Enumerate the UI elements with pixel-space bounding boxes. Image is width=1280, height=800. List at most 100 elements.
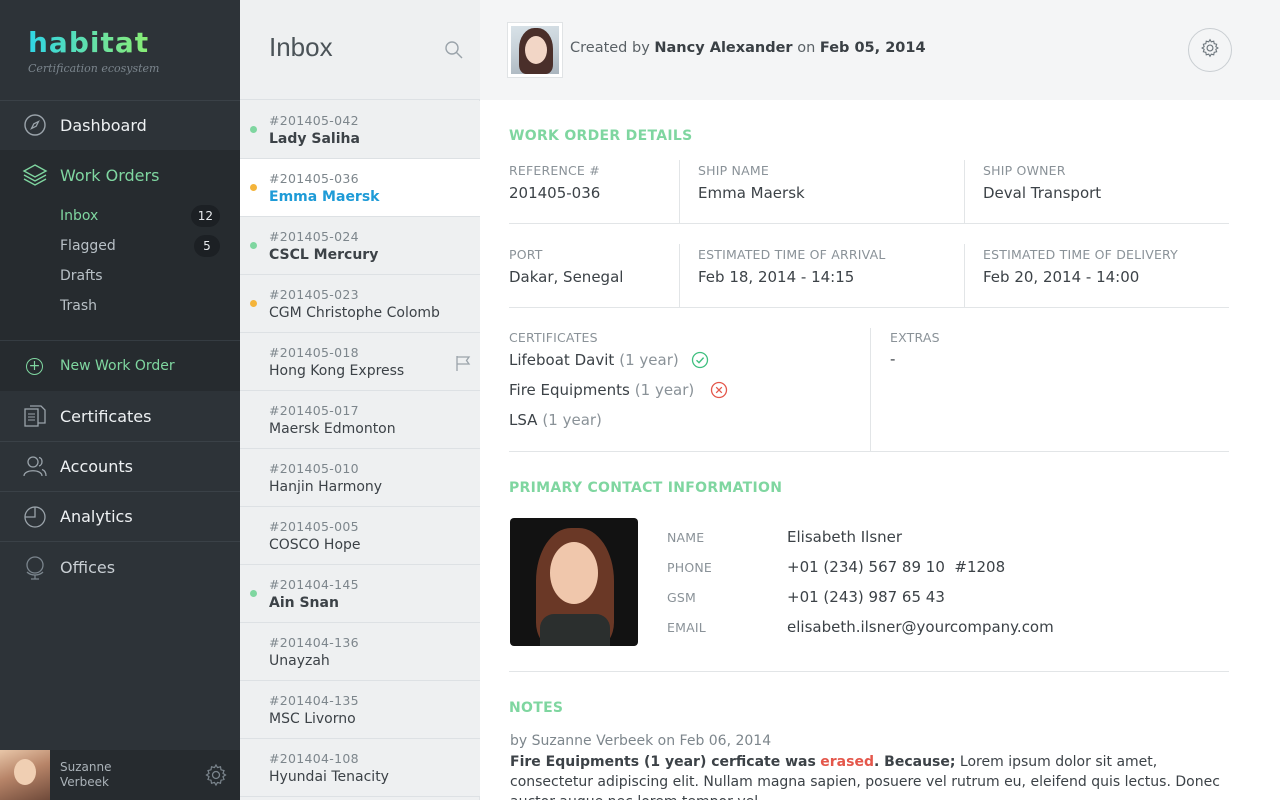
divider [870, 328, 871, 451]
eta-value: Feb 18, 2014 - 14:15 [698, 268, 855, 286]
user-name: Suzanne Verbeek [60, 760, 170, 790]
flag-icon[interactable] [454, 354, 472, 372]
status-dot [250, 126, 257, 133]
work-order-ref: #201404-145 [269, 577, 359, 592]
nav-accounts[interactable]: Accounts [0, 441, 240, 491]
logo[interactable]: habitat [28, 28, 159, 58]
inbox-list: #201405-042 Lady Saliha #201405-036 Emma Ma… [240, 101, 481, 797]
contact-email[interactable]: elisabeth.ilsner@yourcompany.com [787, 618, 1054, 636]
divider [509, 223, 1229, 224]
sub-item-drafts[interactable]: Drafts [60, 262, 220, 290]
current-user[interactable]: Suzanne Verbeek [0, 750, 240, 800]
certificate-item[interactable]: Fire Equipments (1 year) [509, 381, 728, 399]
work-order-detail: Created by Nancy Alexander on Feb 05, 20… [480, 0, 1280, 800]
certificate-name: Fire Equipments [509, 381, 630, 399]
work-order-ref: #201405-024 [269, 229, 359, 244]
inbox-row[interactable]: #201404-108 Hyundai Tenacity [240, 739, 480, 797]
work-order-ship: Hyundai Tenacity [269, 769, 389, 785]
nav-offices-label: Offices [60, 557, 116, 577]
sub-item-inbox[interactable]: Inbox 12 [60, 202, 220, 230]
gear-icon[interactable] [204, 763, 228, 787]
sub-item-label: Inbox [60, 208, 99, 224]
work-order-ref: #201405-042 [269, 113, 359, 128]
field-label: REFERENCE # [509, 163, 600, 178]
creator-name[interactable]: Nancy Alexander [654, 40, 792, 56]
work-order-ship: COSCO Hope [269, 537, 361, 553]
certificate-item[interactable]: LSA (1 year) [509, 411, 602, 429]
inbox-row[interactable]: #201405-010 Hanjin Harmony [240, 449, 480, 507]
divider [679, 160, 680, 223]
search-icon[interactable] [444, 40, 464, 60]
contact-phone[interactable]: +01 (234) 567 89 10 #1208 [787, 558, 1005, 576]
work-order-ship: Hanjin Harmony [269, 479, 383, 495]
nav-dashboard[interactable]: Dashboard [0, 100, 240, 150]
avatar[interactable] [0, 750, 50, 800]
count-badge: 5 [194, 235, 220, 257]
contact-gsm[interactable]: +01 (243) 987 65 43 [787, 588, 945, 606]
created-date: Feb 05, 2014 [819, 40, 926, 56]
inbox-row[interactable]: #201405-018 Hong Kong Express [240, 333, 480, 391]
work-order-ref: #201405-017 [269, 403, 359, 418]
users-icon [22, 453, 48, 479]
nav-analytics[interactable]: Analytics [0, 491, 240, 541]
divider [679, 244, 680, 307]
work-order-ship: CSCL Mercury [269, 247, 379, 263]
new-work-order-label: New Work Order [60, 358, 175, 374]
new-work-order-button[interactable]: + New Work Order [0, 340, 240, 391]
work-order-ship: Hong Kong Express [269, 363, 405, 379]
work-order-ship: Unayzah [269, 653, 330, 669]
brand[interactable]: habitat Certification ecosystem [28, 28, 159, 76]
sub-item-trash[interactable]: Trash [60, 292, 220, 320]
inbox-row[interactable]: #201405-005 COSCO Hope [240, 507, 480, 565]
divider [964, 244, 965, 307]
note-meta: by Suzanne Verbeek on Feb 06, 2014 [510, 733, 772, 749]
certificate-duration: (1 year) [619, 351, 679, 369]
gear-icon [1200, 38, 1220, 62]
sub-item-label: Drafts [60, 268, 103, 284]
creator-avatar[interactable] [508, 23, 562, 77]
created-by-prefix: Created by [570, 40, 650, 56]
work-order-ref: #201405-005 [269, 519, 359, 534]
sub-item-flagged[interactable]: Flagged 5 [60, 232, 220, 260]
section-title-contact: PRIMARY CONTACT INFORMATION [509, 480, 783, 496]
globe-icon [22, 554, 48, 580]
inbox-row[interactable]: #201404-135 MSC Livorno [240, 681, 480, 739]
contact-label: NAME [667, 530, 705, 545]
certificate-item[interactable]: Lifeboat Davit (1 year) [509, 351, 709, 369]
divider [964, 160, 965, 223]
inbox-row[interactable]: #201405-036 Emma Maersk [240, 159, 481, 217]
nav-certificates[interactable]: Certificates [0, 391, 240, 441]
work-order-ship: Maersk Edmonton [269, 421, 396, 437]
inbox-list-panel: Inbox #201405-042 Lady Saliha #201405-036 E… [240, 0, 481, 800]
work-order-ship: Ain Snan [269, 595, 339, 611]
nav-analytics-label: Analytics [60, 506, 133, 526]
work-order-ref: #201405-036 [269, 171, 359, 186]
work-order-ship: CGM Christophe Colomb [269, 305, 440, 321]
inbox-row[interactable]: #201405-024 CSCL Mercury [240, 217, 480, 275]
work-order-ref: #201405-023 [269, 287, 359, 302]
nav-work-orders[interactable]: Work Orders [0, 150, 240, 200]
field-label: PORT [509, 247, 543, 262]
status-dot [250, 590, 257, 597]
inbox-row[interactable]: #201405-017 Maersk Edmonton [240, 391, 480, 449]
inbox-row[interactable]: #201404-145 Ain Snan [240, 565, 480, 623]
divider [509, 307, 1229, 308]
nav-certificates-label: Certificates [60, 406, 152, 426]
note-erased: erased [820, 754, 874, 770]
inbox-row[interactable]: #201405-023 CGM Christophe Colomb [240, 275, 480, 333]
contact-photo [510, 518, 638, 646]
note-because: . Because; [873, 754, 956, 770]
nav-offices[interactable]: Offices [0, 542, 240, 592]
created-by-line: Created by Nancy Alexander on Feb 05, 20… [570, 40, 926, 56]
count-badge: 12 [190, 205, 220, 227]
field-label: EXTRAS [890, 330, 940, 345]
inbox-row[interactable]: #201405-042 Lady Saliha [240, 101, 480, 159]
settings-button[interactable] [1188, 28, 1232, 72]
status-dot [250, 300, 257, 307]
status-dot [250, 242, 257, 249]
nav-accounts-label: Accounts [60, 456, 133, 476]
nav-dashboard-label: Dashboard [60, 115, 147, 135]
divider [509, 671, 1229, 672]
field-label: CERTIFICATES [509, 330, 598, 345]
inbox-row[interactable]: #201404-136 Unayzah [240, 623, 480, 681]
